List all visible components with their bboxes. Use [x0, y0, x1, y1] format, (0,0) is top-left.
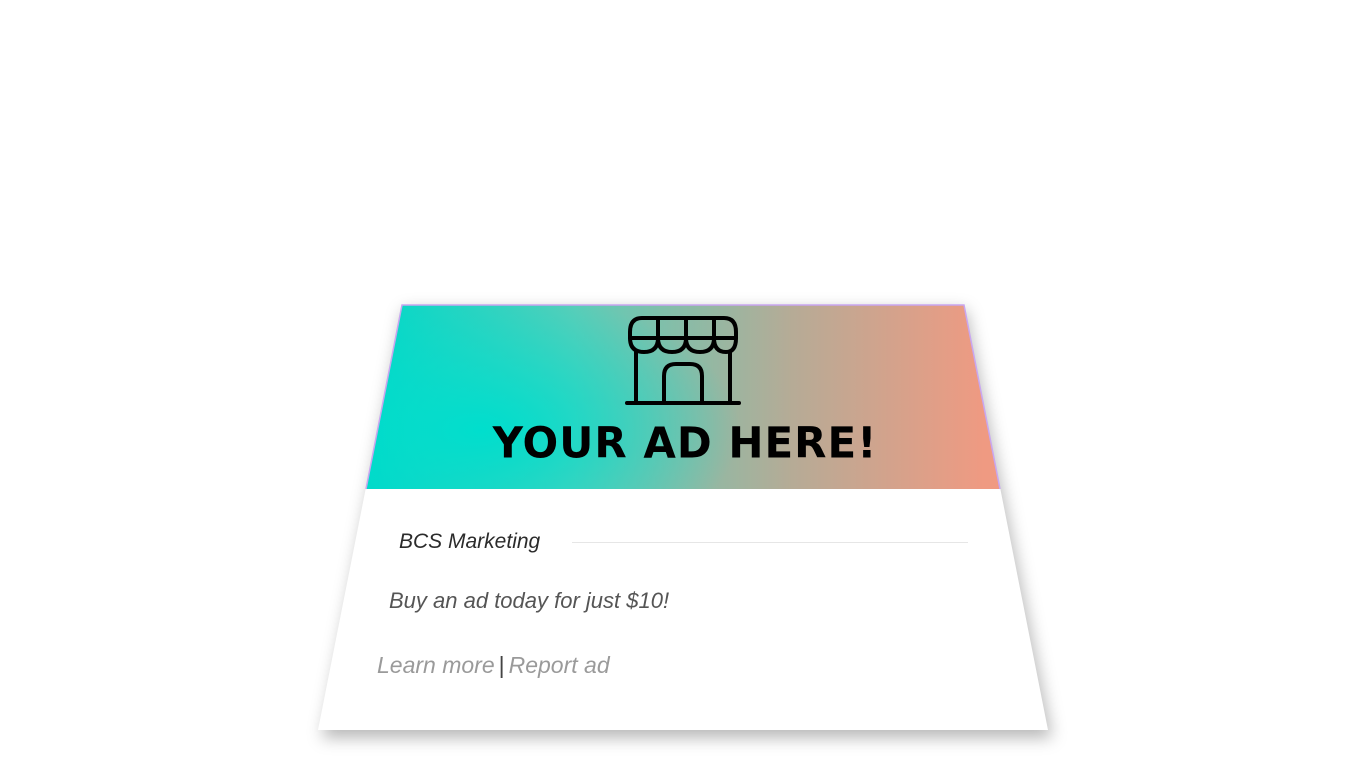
divider — [572, 542, 968, 543]
learn-more-link[interactable]: Learn more — [377, 652, 495, 678]
storefront-icon — [625, 316, 741, 405]
ad-headline: YOUR AD HERE! — [492, 417, 878, 468]
report-ad-link[interactable]: Report ad — [509, 652, 610, 678]
advertiser-name: BCS Marketing — [399, 530, 541, 553]
link-separator: | — [498, 652, 505, 678]
ad-stage: YOUR AD HERE! BCS Marketing Buy an ad to… — [0, 0, 1366, 768]
ad-body-text: Buy an ad today for just $10! — [389, 588, 670, 613]
ad-links: Learn more | Report ad — [377, 652, 610, 679]
